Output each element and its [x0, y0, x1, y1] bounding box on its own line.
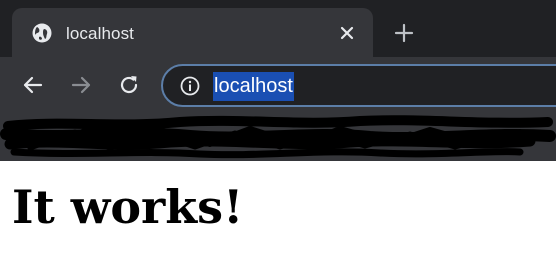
reload-icon[interactable] [117, 73, 141, 97]
bookmarks-bar-redacted [0, 114, 556, 161]
browser-window: localhost localhost [0, 0, 556, 161]
toolbar: localhost [0, 57, 556, 114]
page-heading: It works! [12, 180, 244, 234]
tab-title: localhost [66, 24, 134, 43]
arrow-right-icon[interactable] [69, 73, 93, 97]
page-content: It works! [0, 161, 556, 273]
redaction-scribble [0, 115, 556, 159]
info-icon[interactable] [179, 75, 201, 97]
tab-localhost[interactable]: localhost [12, 8, 373, 57]
tab-strip: localhost [0, 0, 556, 57]
globe-icon [32, 23, 52, 43]
plus-icon[interactable] [393, 22, 415, 44]
arrow-left-icon[interactable] [21, 73, 45, 97]
close-icon[interactable] [337, 23, 357, 43]
address-bar[interactable]: localhost [161, 64, 556, 107]
url-text[interactable]: localhost [213, 72, 294, 101]
